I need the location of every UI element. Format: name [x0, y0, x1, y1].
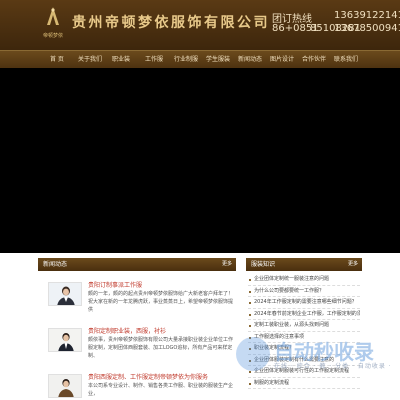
knowledge-link[interactable]: 为什么公司要都要统一工作服？ — [248, 286, 360, 297]
watermark-subtext: 在线 · 综合 · 教 · 分类 · 自动收录 · — [274, 363, 392, 370]
news-item-title[interactable]: 贵阳定制职业装，西服，衬衫 — [88, 326, 166, 335]
nav-item-industry[interactable]: 行业制服 — [174, 51, 198, 69]
news-item[interactable]: 贵阳定制职业装，西服，衬衫 颇依事，贵州帝顿梦依服饰有限公司大量承接职业装企业单… — [46, 324, 236, 368]
news-item[interactable]: 贵阳西服定制、工作服定制帝顿梦依为你服务 本公司系专业设计、制作、销售各类工作服… — [46, 370, 236, 400]
logo-icon — [47, 7, 59, 25]
nav-item-gallery[interactable]: 图片设计 — [270, 51, 294, 69]
phone-number: 13678500941 — [334, 23, 400, 34]
nav-item-workwear[interactable]: 职业装 — [112, 51, 130, 69]
knowledge-link[interactable]: 2024年春节前定制企业工作服，工作服定制的须知 — [248, 309, 360, 320]
news-panel-title: 新闻动态 — [43, 261, 68, 268]
nav-item-news[interactable]: 新闻动态 — [238, 51, 262, 69]
news-item-desc: 颇的一年，颇的的起点贵州帝顿梦依服饰给广大新老客户拜年了！祝大家在新的一年龙腾虎… — [88, 291, 234, 313]
knowledge-link[interactable]: 定制工装职业装，从源头找到问题 — [248, 320, 360, 332]
logo-subtitle: 帝顿梦依 — [42, 33, 63, 39]
nav-item-students[interactable]: 学生服装 — [206, 51, 230, 69]
news-item-desc: 颇依事，贵州帝顿梦依服饰有限公司大量承接职业装企业单位工作服定制，定制团体西服套… — [88, 337, 234, 359]
nav-item-partners[interactable]: 合作伙伴 — [302, 51, 326, 69]
news-thumbnail[interactable] — [48, 374, 82, 398]
hero-banner[interactable] — [0, 68, 400, 253]
person-photo-icon — [49, 329, 81, 351]
watermark-overlay: 自动秒收录 在线 · 综合 · 教 · 分类 · 自动收录 · — [236, 334, 396, 374]
nav-item-contact[interactable]: 联系我们 — [334, 51, 358, 69]
news-thumbnail[interactable] — [48, 328, 82, 352]
person-photo-icon — [49, 283, 81, 305]
company-logo[interactable]: 帝顿梦依 — [36, 4, 70, 44]
news-item-desc: 本公司系专业设计、制作、销售各类工作服、职业装的服装生产企业， — [88, 383, 234, 397]
page: 帝顿梦依 贵州帝顿梦依服饰有限公司 团订热线 86+0851 136391221… — [0, 0, 400, 400]
knowledge-link[interactable]: 企业团体定制统一服装注意的问题 — [248, 274, 360, 286]
knowledge-more-link[interactable]: 更多 — [348, 258, 358, 271]
site-header: 帝顿梦依 贵州帝顿梦依服饰有限公司 团订热线 86+0851 136391221… — [0, 0, 400, 50]
nav-item-about[interactable]: 关于我们 — [78, 51, 102, 69]
news-item-title[interactable]: 贵阳西服定制、工作服定制帝顿梦依为你服务 — [88, 372, 208, 381]
knowledge-panel-header: 服装知识 更多 — [246, 258, 362, 271]
nav-item-uniforms[interactable]: 工作服 — [145, 51, 163, 69]
main-nav: 首 页 关于我们 职业装 工作服 行业制服 学生服装 新闻动态 图片设计 合作伙… — [0, 50, 400, 68]
news-item[interactable]: 贵阳订制事派工作服 颇的一年，颇的的起点贵州帝顿梦依服饰给广大新老客户拜年了！祝… — [46, 278, 236, 322]
knowledge-link[interactable]: 2024年工作服定制的需要注意哪些细节问题？ — [248, 297, 360, 309]
knowledge-link[interactable]: 制服的定制流程 — [248, 378, 360, 389]
news-more-link[interactable]: 更多 — [222, 258, 232, 271]
news-item-title[interactable]: 贵阳订制事派工作服 — [88, 280, 142, 289]
company-name: 贵州帝顿梦依服饰有限公司 — [72, 15, 270, 31]
phone-number: 13639122141 — [334, 10, 400, 21]
news-panel-header: 新闻动态 更多 — [38, 258, 236, 271]
news-thumbnail[interactable] — [48, 282, 82, 306]
watermark-logo-icon — [236, 337, 270, 371]
knowledge-panel-title: 服装知识 — [251, 261, 276, 268]
nav-item-home[interactable]: 首 页 — [50, 51, 64, 69]
person-photo-icon — [49, 375, 81, 397]
